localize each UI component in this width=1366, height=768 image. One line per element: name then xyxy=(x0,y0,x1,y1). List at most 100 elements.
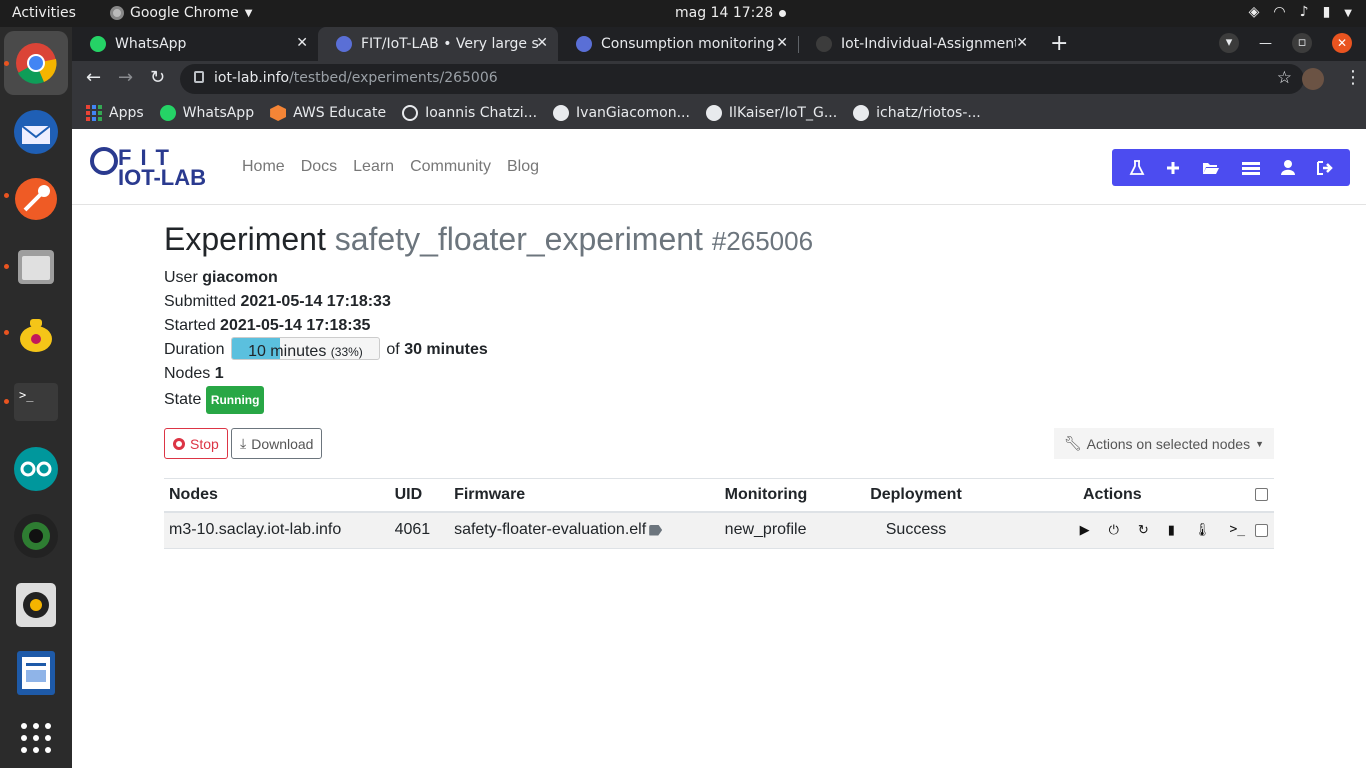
nav-community[interactable]: Community xyxy=(410,158,491,176)
status-badge: Running xyxy=(205,386,265,414)
system-tray[interactable]: ◈ ◠ ♪ ▮ ▼ xyxy=(1249,4,1352,24)
user-icon[interactable] xyxy=(1281,160,1296,175)
duration-elapsed: 10 minutes xyxy=(248,342,327,360)
url-path: /testbed/experiments/265006 xyxy=(289,70,498,86)
bookmark-label: IvanGiacomon... xyxy=(576,105,690,121)
page-title: Experiment safety_floater_experiment #26… xyxy=(164,221,1274,258)
thunderbird-icon xyxy=(14,110,58,154)
tab-whatsapp[interactable]: WhatsApp ✕ xyxy=(72,27,318,61)
close-window-button[interactable]: ✕ xyxy=(1332,33,1352,53)
select-all-checkbox[interactable] xyxy=(1255,488,1269,502)
started-label: Started xyxy=(164,317,216,334)
dock-files[interactable] xyxy=(11,241,61,291)
nav-blog[interactable]: Blog xyxy=(507,158,539,176)
clock[interactable]: mag 14 17:28 xyxy=(675,5,773,21)
dock-camera[interactable] xyxy=(11,511,61,561)
activities-button[interactable]: Activities xyxy=(12,5,76,21)
tab-search-icon[interactable]: ▾ xyxy=(1219,33,1239,53)
nav-home[interactable]: Home xyxy=(242,158,285,176)
refresh-icon[interactable]: ↻ xyxy=(1138,522,1149,538)
bookmark-whatsapp[interactable]: WhatsApp xyxy=(159,105,254,121)
close-tab-icon[interactable]: ✕ xyxy=(776,35,788,51)
bookmarks-bar: Apps WhatsApp AWS Educate Ioannis Chatzi… xyxy=(72,97,1366,129)
new-tab-button[interactable]: + xyxy=(1050,31,1068,56)
dock-libreoffice-writer[interactable] xyxy=(11,648,61,698)
download-icon: ⤓ xyxy=(240,435,247,451)
show-applications-button[interactable] xyxy=(11,713,61,763)
download-button[interactable]: ⤓ Download xyxy=(231,428,323,459)
bookmark-ioannis[interactable]: Ioannis Chatzi... xyxy=(402,105,537,121)
col-header-uid[interactable]: UID xyxy=(389,478,450,513)
wrench-icon: 🔧︎ xyxy=(1063,435,1082,451)
app-menu[interactable]: Google Chrome ▼ xyxy=(110,5,252,21)
tab-consumption-monitoring[interactable]: Consumption monitoring ✕ xyxy=(558,27,798,61)
bookmark-aws-educate[interactable]: AWS Educate xyxy=(270,105,386,121)
experiment-details: Experiment safety_floater_experiment #26… xyxy=(164,221,1274,549)
user-label: User xyxy=(164,269,198,286)
user-row: User giacomon xyxy=(164,266,1274,290)
close-tab-icon[interactable]: ✕ xyxy=(536,35,548,51)
close-tab-icon[interactable]: ✕ xyxy=(1016,35,1028,51)
profile-avatar[interactable] xyxy=(1302,68,1324,90)
dock-thunderbird[interactable] xyxy=(11,107,61,157)
caret-down-icon: ▼ xyxy=(244,7,253,19)
dock-rhythmbox[interactable] xyxy=(11,580,61,630)
dock-arduino[interactable] xyxy=(11,444,61,494)
thermometer-icon[interactable]: 🌡︎ xyxy=(1194,522,1211,538)
maximize-button[interactable]: ▫ xyxy=(1292,33,1312,53)
terminal-icon[interactable]: >_ xyxy=(1229,522,1245,538)
tag-icon[interactable] xyxy=(649,524,663,536)
plus-icon[interactable] xyxy=(1166,161,1180,175)
close-tab-icon[interactable]: ✕ xyxy=(296,35,308,51)
col-header-firmware[interactable]: Firmware xyxy=(449,478,720,513)
url-host: iot-lab.info xyxy=(214,70,290,86)
row-select-checkbox[interactable] xyxy=(1255,523,1269,537)
download-label: Download xyxy=(251,435,314,452)
list-icon[interactable] xyxy=(1241,161,1260,175)
back-button[interactable]: ← xyxy=(86,67,101,88)
col-header-deployment[interactable]: Deployment xyxy=(857,478,975,513)
bookmark-ichatz[interactable]: ichatz/riotos-... xyxy=(853,105,981,121)
logout-icon[interactable] xyxy=(1317,160,1333,175)
stop-label: Stop xyxy=(190,435,219,452)
tab-github-assignment[interactable]: Iot-Individual-Assignment ✕ xyxy=(798,27,1038,61)
node-hostname: m3-10.saclay.iot-lab.info xyxy=(164,511,390,549)
bookmark-ilkaiser[interactable]: IlKaiser/IoT_G... xyxy=(705,105,837,121)
nodes-count: 1 xyxy=(214,365,224,382)
dock-teapot-app[interactable] xyxy=(11,308,61,358)
minimize-button[interactable]: — xyxy=(1259,36,1272,51)
duration-percent: (33%) xyxy=(330,344,363,359)
power-icon[interactable]: ⏻ xyxy=(1109,522,1119,538)
dock-terminal[interactable]: >_ xyxy=(11,377,61,427)
reload-button[interactable]: ↻ xyxy=(150,67,165,88)
selected-nodes-actions-dropdown[interactable]: 🔧︎ Actions on selected nodes ▼ xyxy=(1053,428,1274,459)
forward-button[interactable]: → xyxy=(118,67,133,88)
folder-open-icon[interactable] xyxy=(1202,161,1220,175)
bookmark-label: Apps xyxy=(109,105,144,121)
chrome-icon xyxy=(110,6,124,20)
bookmark-label: Ioannis Chatzi... xyxy=(425,105,538,121)
dock-postman[interactable] xyxy=(11,174,61,224)
bookmark-apps[interactable]: Apps xyxy=(86,105,144,121)
bookmark-star-icon[interactable]: ☆ xyxy=(1277,68,1292,88)
terminal-icon: >_ xyxy=(14,383,58,421)
stop-button[interactable]: Stop xyxy=(164,428,228,459)
logo-text-bottom: IOT-LAB xyxy=(118,165,206,190)
col-header-nodes[interactable]: Nodes xyxy=(164,478,390,513)
play-icon[interactable]: ▶ xyxy=(1080,522,1090,538)
chip-icon[interactable]: ▮ xyxy=(1168,522,1175,538)
chrome-menu-icon[interactable]: ⋮ xyxy=(1344,67,1362,88)
tab-label: Consumption monitoring xyxy=(601,36,775,52)
table-row: m3-10.saclay.iot-lab.info 4061 safety-fl… xyxy=(164,511,1274,549)
col-header-monitoring[interactable]: Monitoring xyxy=(719,478,858,513)
flask-icon[interactable] xyxy=(1129,159,1145,176)
bookmark-ivangiacomon[interactable]: IvanGiacomon... xyxy=(553,105,690,121)
tab-label: FIT/IoT-LAB • Very large sc xyxy=(361,36,539,52)
nav-docs[interactable]: Docs xyxy=(301,158,337,176)
fit-iotlab-logo[interactable]: FIT IOT-LAB xyxy=(90,145,215,191)
nodes-row: Nodes 1 xyxy=(164,362,1274,386)
nav-learn[interactable]: Learn xyxy=(353,158,394,176)
dock-chrome[interactable] xyxy=(4,31,68,95)
tab-iotlab[interactable]: FIT/IoT-LAB • Very large sc ✕ xyxy=(318,27,558,61)
address-bar[interactable]: iot-lab.info/testbed/experiments/265006 … xyxy=(180,64,1304,94)
